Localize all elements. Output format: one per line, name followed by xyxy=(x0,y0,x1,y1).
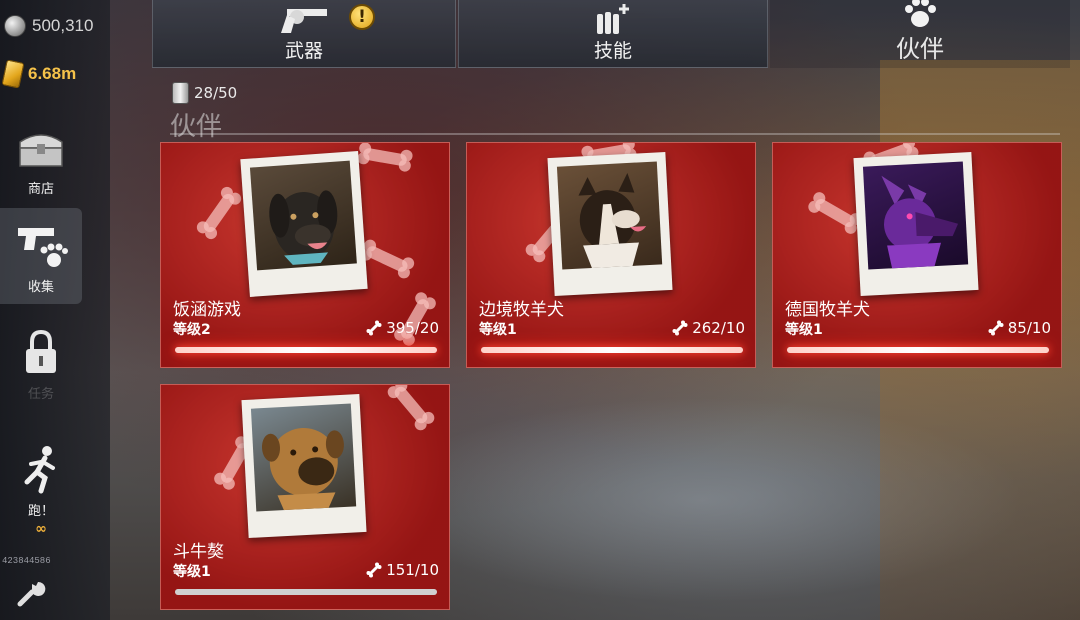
sidebar-item-label: 商店 xyxy=(27,181,54,197)
pet-level: 等级2 xyxy=(173,322,211,338)
pet-card-4[interactable]: 斗牛獒 等级1 151/10 xyxy=(160,384,450,610)
pet-photo-frame xyxy=(853,152,979,296)
tab-skills[interactable]: 技能 xyxy=(458,0,768,68)
wrench-icon[interactable] xyxy=(14,576,46,608)
pet-progress-fill xyxy=(481,347,743,353)
sidebar-item-run[interactable]: 跑！ ∞ xyxy=(0,428,82,550)
pet-bone-value: 151/10 xyxy=(386,561,439,579)
runner-icon xyxy=(14,442,68,496)
tab-label: 武器 xyxy=(284,40,323,62)
sidebar-item-collection[interactable]: 收集 xyxy=(0,208,82,304)
pet-name: 斗牛獒 xyxy=(173,542,224,562)
section-divider xyxy=(170,133,1060,135)
bone-decoration xyxy=(392,385,430,426)
pet-name: 边境牧羊犬 xyxy=(479,300,564,320)
pet-photo xyxy=(862,161,969,270)
pet-bone-count: 151/10 xyxy=(366,561,439,579)
silver-currency: 500,310 xyxy=(4,12,93,40)
gold-currency: 6.68m xyxy=(1,59,77,89)
bone-decoration xyxy=(362,147,408,167)
food-count: 28/50 xyxy=(194,84,238,102)
pet-progress-fill xyxy=(787,347,1049,353)
bone-decoration xyxy=(201,191,237,235)
pet-card-2[interactable]: 边境牧羊犬 等级1 262/10 xyxy=(466,142,756,368)
pet-photo-frame xyxy=(240,151,368,297)
bone-icon xyxy=(366,562,382,578)
pet-progress-fill xyxy=(175,589,437,595)
pet-bone-value: 262/10 xyxy=(692,319,745,337)
bone-icon xyxy=(366,320,382,336)
sidebar-item-missions[interactable]: 任务 xyxy=(0,318,82,408)
lock-icon xyxy=(14,325,68,379)
revolver-icon xyxy=(277,2,331,36)
silver-amount: 500,310 xyxy=(32,16,94,35)
alert-badge: ! xyxy=(349,4,375,30)
gold-bar-icon xyxy=(1,59,25,89)
pet-progress-bar xyxy=(175,347,437,353)
pet-card-3[interactable]: 德国牧羊犬 等级1 85/10 xyxy=(772,142,1062,368)
sidebar-item-shop[interactable]: 商店 xyxy=(0,118,82,198)
chest-icon xyxy=(14,120,68,174)
bone-decoration xyxy=(364,244,410,274)
player-id: 423844586 xyxy=(2,556,51,566)
pet-bone-value: 85/10 xyxy=(1007,319,1051,337)
section-title: 伙伴 xyxy=(170,112,223,142)
pet-level: 等级1 xyxy=(173,564,211,580)
tab-companions[interactable]: 伙伴 xyxy=(770,0,1070,68)
ammo-plus-icon xyxy=(593,2,633,36)
pet-photo-frame xyxy=(241,394,367,538)
pet-card-1[interactable]: 饭涵游戏 等级2 395/20 xyxy=(160,142,450,368)
tab-label: 技能 xyxy=(593,40,632,62)
run-energy-infinite: ∞ xyxy=(35,520,47,537)
silver-coin-icon xyxy=(4,15,26,37)
bone-decoration xyxy=(812,196,858,230)
tab-weapons[interactable]: 武器 ! xyxy=(152,0,456,68)
pet-bone-count: 85/10 xyxy=(988,319,1051,337)
top-tabs: 武器 ! 技能 伙伴 xyxy=(152,0,1080,68)
gun-paw-icon xyxy=(14,218,68,272)
pet-progress-bar xyxy=(787,347,1049,353)
pet-bone-count: 395/20 xyxy=(366,319,439,337)
dog-food-counter: 28/50 xyxy=(172,82,237,104)
pet-progress-bar xyxy=(175,589,437,595)
food-can-icon xyxy=(172,82,189,104)
pet-photo xyxy=(556,161,663,270)
pet-level: 等级1 xyxy=(479,322,517,338)
paw-icon xyxy=(902,0,938,29)
pet-name: 德国牧羊犬 xyxy=(785,300,870,320)
sidebar-item-label: 收集 xyxy=(27,279,54,295)
tab-label: 伙伴 xyxy=(896,35,944,63)
pet-progress-bar xyxy=(481,347,743,353)
pet-bone-value: 395/20 xyxy=(386,319,439,337)
pet-name: 饭涵游戏 xyxy=(173,300,241,320)
bone-icon xyxy=(672,320,688,336)
bone-icon xyxy=(988,320,1004,336)
pet-progress-fill xyxy=(175,347,437,353)
pet-photo xyxy=(250,403,357,512)
pet-bone-count: 262/10 xyxy=(672,319,745,337)
pet-photo xyxy=(249,160,357,271)
pet-level: 等级1 xyxy=(785,322,823,338)
sidebar-item-label: 跑！ xyxy=(27,503,54,519)
sidebar: 500,310 6.68m 商店 收集 任务 跑！ ∞ 423844586 xyxy=(0,0,110,620)
pet-photo-frame xyxy=(547,152,673,296)
sidebar-item-label: 任务 xyxy=(27,386,54,402)
gold-amount: 6.68m xyxy=(28,64,77,83)
